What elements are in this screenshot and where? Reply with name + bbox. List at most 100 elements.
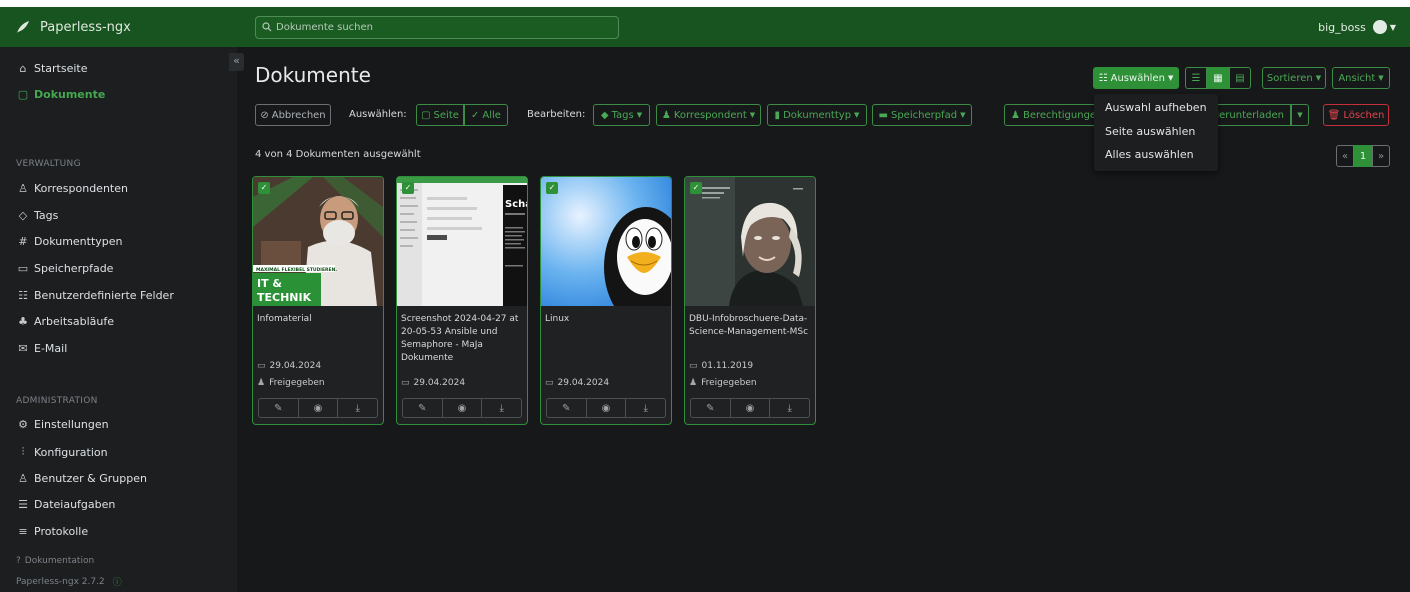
sidebar-item-korrespondenten[interactable]: ♙ Korrespondenten (16, 182, 128, 195)
sidebar-item-arbeitsablaeufe[interactable]: ♣ Arbeitsabläufe (16, 315, 114, 328)
sidebar-item-email[interactable]: ✉ E-Mail (16, 342, 67, 355)
download-icon[interactable]: ⤓ (770, 399, 809, 417)
document-title[interactable]: Linux (545, 313, 669, 326)
cancel-circle-icon: ⊘ (260, 109, 269, 121)
menu-item-select-page[interactable]: Seite auswählen (1105, 125, 1195, 138)
select-page-button[interactable]: ▢ Seite (416, 104, 464, 126)
view-list-button[interactable]: ☰ (1185, 67, 1207, 89)
sidebar-item-konfiguration[interactable]: ⫶ Konfiguration (16, 445, 108, 459)
user-menu[interactable]: big_boss ▼ (1318, 7, 1396, 47)
caret-down-icon: ▼ (1167, 74, 1174, 82)
top-navbar: Paperless-ngx Dokumente suchen big_boss … (0, 7, 1410, 47)
document-title[interactable]: DBU-Infobroschuere-Data-Science-Manageme… (689, 313, 813, 339)
storage-path-dropdown-button[interactable]: ▬ Speicherpfad ▼ (872, 104, 972, 126)
thumb-banner-text: MAXIMAL FLEXIBEL STUDIEREN. (256, 267, 337, 273)
document-card[interactable]: ✓ DBU-Infobroschuere-Data-Science-Manage… (684, 176, 816, 425)
preview-eye-icon[interactable]: ◉ (299, 399, 339, 417)
info-icon: ⓘ (112, 578, 122, 588)
thumbnail-image-infomaterial: MAXIMAL FLEXIBEL STUDIEREN. IT & TECHNIK (253, 177, 383, 306)
sidebar-item-benutzer-gruppen[interactable]: ♙ Benutzer & Gruppen (16, 472, 147, 485)
shared-users-icon: ♟ (689, 378, 698, 388)
view-small-cards-button[interactable]: ▦ (1207, 67, 1229, 89)
sort-button[interactable]: Sortieren ▼ (1262, 67, 1326, 89)
fields-icon: ☷ (18, 289, 28, 302)
card-actions: ✎ ◉ ⤓ (546, 398, 666, 418)
preview-eye-icon[interactable]: ◉ (443, 399, 483, 417)
delete-button[interactable]: 🗑 Löschen (1323, 104, 1389, 126)
download-icon[interactable]: ⤓ (338, 399, 377, 417)
menu-item-deselect[interactable]: Auswahl aufheben (1105, 101, 1207, 114)
card-select-checkbox[interactable]: ✓ (402, 182, 414, 194)
correspondent-dropdown-button[interactable]: ♟ Korrespondent ▼ (656, 104, 761, 126)
card-select-checkbox[interactable]: ✓ (258, 182, 270, 194)
doctype-dropdown-button[interactable]: ▮ Dokumenttyp ▼ (767, 104, 867, 126)
edit-pencil-icon[interactable]: ✎ (691, 399, 731, 417)
document-title[interactable]: Screenshot 2024-04-27 at 20-05-53 Ansibl… (401, 313, 525, 365)
sidebar-item-label: Speicherpfade (34, 262, 114, 275)
cancel-selection-button[interactable]: ⊘ Abbrechen (255, 104, 331, 126)
view-options-button[interactable]: Ansicht ▼ (1332, 67, 1390, 89)
view-large-cards-button[interactable]: ▤ (1229, 67, 1251, 89)
sidebar-item-einstellungen[interactable]: ⚙ Einstellungen (16, 418, 109, 431)
person-icon: ♟ (661, 109, 671, 121)
sidebar-item-benutzerdefinierte-felder[interactable]: ☷ Benutzerdefinierte Felder (16, 289, 174, 302)
hash-icon: # (18, 235, 28, 248)
caret-down-icon: ▼ (749, 111, 756, 119)
sidebar-item-startseite[interactable]: ⌂ Startseite (16, 62, 88, 75)
tags-dropdown-button[interactable]: ◆ Tags ▼ (593, 104, 650, 126)
sidebar-item-tags[interactable]: ◇ Tags (16, 209, 59, 222)
calendar-icon: ▭ (545, 378, 554, 388)
menu-item-select-all[interactable]: Alles auswählen (1105, 148, 1194, 161)
document-date: ▭ 29.04.2024 (545, 378, 609, 388)
caret-down-icon: ▼ (1315, 74, 1322, 82)
pagination-page-1[interactable]: 1 (1354, 145, 1372, 167)
preview-eye-icon[interactable]: ◉ (587, 399, 627, 417)
document-title[interactable]: Infomaterial (257, 313, 381, 326)
sidebar-item-dateiaufgaben[interactable]: ☰ Dateiaufgaben (16, 498, 115, 511)
download-icon[interactable]: ⤓ (482, 399, 521, 417)
gear-icon: ⚙ (18, 418, 28, 431)
select-page-label: Seite (433, 109, 459, 121)
search-input[interactable]: Dokumente suchen (255, 15, 619, 39)
sidebar-item-dokumenttypen[interactable]: # Dokumenttypen (16, 235, 122, 248)
sidebar-item-protokolle[interactable]: ≡ Protokolle (16, 525, 88, 538)
sidebar-item-label: Benutzer & Gruppen (34, 472, 147, 485)
delete-label: Löschen (1343, 109, 1385, 121)
document-thumbnail[interactable]: MAXIMAL FLEXIBEL STUDIEREN. IT & TECHNIK (253, 177, 383, 306)
pagination-next-button[interactable]: » (1372, 145, 1390, 167)
sidebar-item-label: Arbeitsabläufe (34, 315, 115, 328)
document-card[interactable]: Scha ✓ Screenshot 2024-04-27 at 20-05-53… (396, 176, 528, 425)
permissions-button[interactable]: ♟ Berechtigunge (1004, 104, 1100, 126)
edit-pencil-icon[interactable]: ✎ (403, 399, 443, 417)
document-card[interactable]: ✓ Linux ▭ 29.04.2024 ✎ ◉ ⤓ (540, 176, 672, 425)
caret-down-icon: ▼ (1297, 111, 1303, 119)
calendar-icon: ▭ (257, 361, 266, 371)
document-thumbnail[interactable]: Scha (397, 177, 527, 306)
sidebar-item-label: Tags (34, 209, 59, 222)
document-card[interactable]: MAXIMAL FLEXIBEL STUDIEREN. IT & TECHNIK… (252, 176, 384, 425)
card-select-checkbox[interactable]: ✓ (546, 182, 558, 194)
sidebar-item-dokumente[interactable]: ▢ Dokumente (16, 88, 106, 101)
home-icon: ⌂ (19, 62, 27, 75)
document-thumbnail[interactable] (541, 177, 671, 306)
edit-pencil-icon[interactable]: ✎ (547, 399, 587, 417)
select-dropdown-button[interactable]: ☷ Auswählen ▼ (1093, 67, 1179, 89)
sidebar-item-label: E-Mail (34, 342, 68, 355)
sidebar-item-speicherpfade[interactable]: ▭ Speicherpfade (16, 262, 114, 275)
preview-eye-icon[interactable]: ◉ (731, 399, 771, 417)
card-select-checkbox[interactable]: ✓ (690, 182, 702, 194)
select-all-button[interactable]: ✓ Alle (464, 104, 508, 126)
brand[interactable]: Paperless-ngx (0, 20, 237, 35)
search-icon (262, 22, 272, 32)
download-options-button[interactable]: ▼ (1291, 104, 1309, 126)
docs-link[interactable]: ? Dokumentation (16, 556, 94, 566)
thumb-text-line1: IT & (257, 277, 282, 290)
download-button[interactable]: Herunterladen (1207, 104, 1291, 126)
document-thumbnail[interactable] (685, 177, 815, 306)
download-icon[interactable]: ⤓ (626, 399, 665, 417)
card-actions: ✎ ◉ ⤓ (690, 398, 810, 418)
pagination-prev-button[interactable]: « (1336, 145, 1354, 167)
edit-pencil-icon[interactable]: ✎ (259, 399, 299, 417)
sliders-icon: ⫶ (21, 445, 25, 458)
version-info: Paperless-ngx 2.7.2 ⓘ (16, 575, 122, 589)
